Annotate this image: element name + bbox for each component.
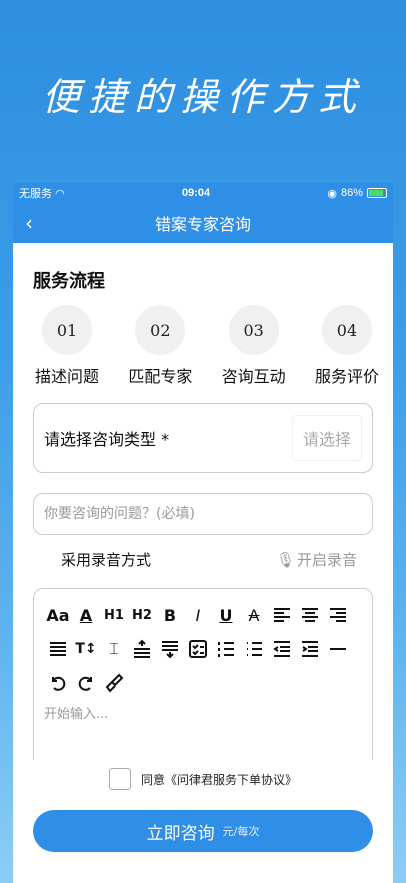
- text-height-icon[interactable]: T↕: [72, 635, 100, 663]
- consult-now-button[interactable]: 立即咨询 元/每次: [33, 810, 373, 852]
- step-label: 描述问题: [34, 367, 99, 386]
- microphone-icon: 🎙: [275, 550, 295, 569]
- undo-icon[interactable]: [44, 669, 72, 697]
- checklist-icon[interactable]: [184, 635, 212, 663]
- status-right: ◉ 86%: [327, 187, 387, 200]
- status-bar: 无服务 ◠ 09:04 ◉ 86%: [13, 183, 393, 203]
- step-3: 03 咨询互动: [214, 305, 294, 387]
- bold-icon[interactable]: B: [156, 601, 184, 629]
- service-steps: 01 描述问题 02 匹配专家 03 咨询互动 04 服务评价: [27, 305, 387, 387]
- line-spacing-icon[interactable]: [128, 635, 156, 663]
- step-number: 04: [321, 305, 372, 355]
- strikethrough-icon[interactable]: A: [240, 601, 268, 629]
- start-record-label: 开启录音: [296, 551, 357, 569]
- horizontal-rule-icon[interactable]: [324, 635, 352, 663]
- back-icon[interactable]: ‹: [25, 211, 33, 235]
- carrier-text: 无服务 ◠: [19, 188, 65, 200]
- step-1: 01 描述问题: [27, 305, 107, 387]
- start-record-button[interactable]: 🎙 开启录音: [276, 549, 357, 570]
- align-right-icon[interactable]: [324, 601, 352, 629]
- record-row: 采用录音方式 🎙 开启录音: [61, 549, 357, 570]
- font-color-icon[interactable]: A: [72, 601, 100, 629]
- wifi-icon: ◠: [55, 188, 65, 200]
- record-label: 采用录音方式: [61, 551, 152, 569]
- clear-format-brush-icon[interactable]: [100, 669, 128, 697]
- rich-text-editor[interactable]: Aa A H1 H2 B I U A T↕ ⌶ 开始输入...: [33, 588, 373, 788]
- bottom-panel: 同意《问律君服务下单协议》 立即咨询 元/每次: [13, 760, 393, 883]
- status-time: 09:04: [181, 187, 211, 199]
- promo-headline: 便捷的操作方式: [41, 75, 364, 119]
- phone-screen: 无服务 ◠ 09:04 ◉ 86% ‹ 错案专家咨询 服务流程 01 描述问题 …: [13, 183, 393, 883]
- underline-icon[interactable]: U: [212, 601, 240, 629]
- step-4: 04 服务评价: [307, 305, 387, 387]
- editor-placeholder: 开始输入...: [44, 707, 109, 722]
- question-input[interactable]: [33, 493, 373, 535]
- outdent-icon[interactable]: [268, 635, 296, 663]
- unordered-list-icon[interactable]: [240, 635, 268, 663]
- battery-percent: 86%: [340, 187, 363, 199]
- consult-type-select[interactable]: 请选择咨询类型 * 请选择: [33, 403, 373, 473]
- consult-type-label: 请选择咨询类型 *: [44, 430, 170, 449]
- price-unit: 元/每次: [222, 825, 260, 838]
- consult-type-picker[interactable]: 请选择: [292, 415, 362, 461]
- step-number: 01: [42, 305, 92, 355]
- heading1-icon[interactable]: H1: [100, 601, 128, 629]
- align-left-icon[interactable]: [268, 601, 296, 629]
- redo-icon[interactable]: [72, 669, 100, 697]
- section-title: 服务流程: [33, 271, 105, 292]
- step-number: 02: [135, 305, 186, 355]
- battery-icon: [366, 188, 387, 198]
- agreement-row: 同意《问律君服务下单协议》: [109, 768, 297, 790]
- consult-now-label: 立即咨询: [146, 823, 215, 844]
- nav-bar: ‹ 错案专家咨询: [13, 203, 393, 243]
- nav-title: 错案专家咨询: [154, 215, 251, 234]
- indent-icon[interactable]: [296, 635, 324, 663]
- step-label: 咨询互动: [221, 367, 286, 386]
- ordered-list-icon[interactable]: [212, 635, 240, 663]
- text-cursor-icon[interactable]: ⌶: [100, 635, 128, 663]
- step-label: 服务评价: [314, 367, 379, 386]
- step-2: 02 匹配专家: [120, 305, 200, 387]
- heading2-icon[interactable]: H2: [128, 601, 156, 629]
- step-label: 匹配专家: [128, 367, 193, 386]
- align-center-icon[interactable]: [296, 601, 324, 629]
- agreement-checkbox[interactable]: [109, 768, 131, 790]
- agreement-text[interactable]: 同意《问律君服务下单协议》: [141, 771, 297, 788]
- rotation-lock-icon: ◉: [327, 187, 337, 200]
- font-size-icon[interactable]: Aa: [44, 601, 72, 629]
- italic-icon[interactable]: I: [184, 601, 212, 629]
- paragraph-spacing-icon[interactable]: [156, 635, 184, 663]
- editor-toolbar: Aa A H1 H2 B I U A T↕ ⌶: [44, 601, 362, 697]
- justify-icon[interactable]: [44, 635, 72, 663]
- step-number: 03: [228, 305, 279, 355]
